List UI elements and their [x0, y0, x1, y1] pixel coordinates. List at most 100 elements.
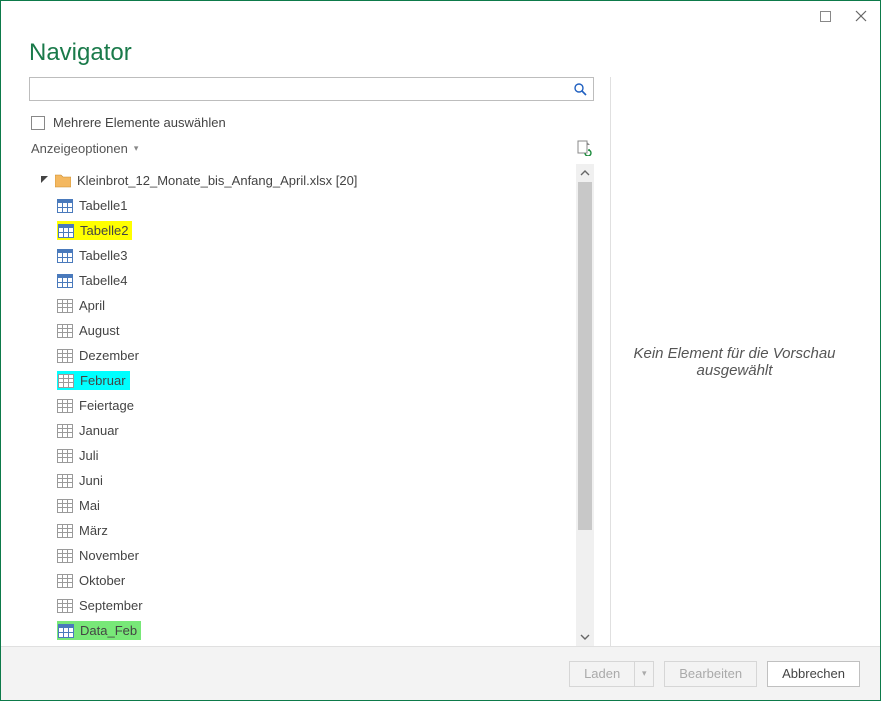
file-node[interactable]: Kleinbrot_12_Monate_bis_Anfang_April.xls…	[29, 168, 576, 193]
tree-item[interactable]: Data_Feb	[29, 618, 576, 643]
tree-item[interactable]: Tabelle1	[29, 193, 576, 218]
dialog-title: Navigator	[29, 39, 852, 67]
tree-item[interactable]: Oktober	[29, 568, 576, 593]
edit-button[interactable]: Bearbeiten	[664, 661, 757, 687]
tree-scrollbar[interactable]	[576, 164, 594, 646]
dialog-content: Mehrere Elemente auswählen Anzeigeoption…	[1, 77, 880, 646]
search-input[interactable]	[34, 81, 573, 98]
chevron-down-icon: ▾	[642, 668, 647, 679]
tree-item-label: Januar	[79, 423, 119, 438]
tree-item[interactable]: September	[29, 593, 576, 618]
cancel-button[interactable]: Abbrechen	[767, 661, 860, 687]
search-box[interactable]	[29, 77, 594, 101]
scroll-up-button[interactable]	[576, 164, 594, 182]
tree-item-label: Juni	[79, 473, 103, 488]
navigator-pane: Mehrere Elemente auswählen Anzeigeoption…	[29, 77, 594, 646]
tree-item[interactable]: Tabelle4	[29, 268, 576, 293]
highlight-marker: Data_Feb	[57, 621, 141, 640]
search-icon	[573, 82, 587, 96]
table-icon	[57, 199, 73, 213]
tree-item[interactable]: Februar	[29, 368, 576, 393]
load-button[interactable]: Laden	[569, 661, 634, 687]
display-options-button[interactable]: Anzeigeoptionen ▾	[31, 141, 138, 156]
table-icon	[57, 274, 73, 288]
navigator-dialog: Navigator Mehrere Elemente auswählen A	[0, 0, 881, 701]
tree-item[interactable]: Juli	[29, 443, 576, 468]
tree-item-label: Oktober	[79, 573, 125, 588]
worksheet-icon	[57, 299, 73, 313]
tree-item[interactable]: Januar	[29, 418, 576, 443]
close-button[interactable]	[850, 5, 872, 27]
worksheet-icon	[57, 524, 73, 538]
scroll-down-button[interactable]	[576, 628, 594, 646]
tree-item[interactable]: April	[29, 293, 576, 318]
tree-item-label: Tabelle1	[79, 198, 127, 213]
tree-item-label: Data_Feb	[80, 623, 137, 638]
dialog-footer: Laden ▾ Bearbeiten Abbrechen	[1, 646, 880, 700]
worksheet-icon	[57, 399, 73, 413]
tree-item-label: November	[79, 548, 139, 563]
tree-root: Kleinbrot_12_Monate_bis_Anfang_April.xls…	[29, 168, 576, 643]
tree-item-label: Dezember	[79, 348, 139, 363]
table-icon	[57, 249, 73, 263]
highlight-marker: Februar	[57, 371, 130, 390]
tree-item-label: September	[79, 598, 143, 613]
worksheet-icon	[58, 374, 74, 388]
load-split-button: Laden ▾	[569, 661, 654, 687]
table-icon	[58, 224, 74, 238]
refresh-button[interactable]	[576, 140, 592, 156]
file-name: Kleinbrot_12_Monate_bis_Anfang_April.xls…	[77, 173, 357, 188]
worksheet-icon	[57, 599, 73, 613]
scroll-track[interactable]	[576, 182, 594, 628]
multi-select-checkbox[interactable]	[31, 116, 45, 130]
workbook-icon	[55, 174, 71, 188]
tree-item[interactable]: November	[29, 543, 576, 568]
tree-item[interactable]: Juni	[29, 468, 576, 493]
tree-item-label: März	[79, 523, 108, 538]
tree-container: Kleinbrot_12_Monate_bis_Anfang_April.xls…	[29, 164, 594, 646]
worksheet-icon	[57, 474, 73, 488]
object-tree: Kleinbrot_12_Monate_bis_Anfang_April.xls…	[29, 164, 576, 646]
worksheet-icon	[57, 499, 73, 513]
worksheet-icon	[57, 324, 73, 338]
dialog-header: Navigator	[1, 31, 880, 77]
tree-item-label: April	[79, 298, 105, 313]
chevron-up-icon	[580, 168, 590, 178]
worksheet-icon	[57, 449, 73, 463]
tree-item-label: Mai	[79, 498, 100, 513]
scroll-thumb[interactable]	[578, 182, 592, 530]
tree-item[interactable]: Feiertage	[29, 393, 576, 418]
tree-item-label: Feiertage	[79, 398, 134, 413]
chevron-down-icon: ▾	[134, 143, 139, 154]
highlight-marker: Tabelle2	[57, 221, 132, 240]
maximize-button[interactable]	[814, 5, 836, 27]
tree-item[interactable]: Mai	[29, 493, 576, 518]
tree-item-label: Februar	[80, 373, 126, 388]
chevron-down-icon	[580, 632, 590, 642]
preview-empty-text: Kein Element für die Vorschau ausgewählt	[631, 345, 838, 379]
tree-item[interactable]: Tabelle3	[29, 243, 576, 268]
maximize-icon	[820, 11, 831, 22]
tree-item-label: Tabelle2	[80, 223, 128, 238]
worksheet-icon	[57, 549, 73, 563]
multi-select-row[interactable]: Mehrere Elemente auswählen	[29, 115, 594, 130]
collapse-icon[interactable]	[39, 175, 49, 187]
multi-select-label: Mehrere Elemente auswählen	[53, 115, 226, 130]
worksheet-icon	[57, 424, 73, 438]
worksheet-icon	[57, 574, 73, 588]
tree-item-label: Tabelle3	[79, 248, 127, 263]
tree-item[interactable]: März	[29, 518, 576, 543]
preview-pane: Kein Element für die Vorschau ausgewählt	[610, 77, 858, 646]
worksheet-icon	[57, 349, 73, 363]
table-icon	[58, 624, 74, 638]
load-dropdown-button[interactable]: ▾	[634, 661, 654, 687]
display-options-row: Anzeigeoptionen ▾	[29, 140, 594, 156]
refresh-icon	[576, 140, 592, 156]
titlebar	[1, 1, 880, 31]
tree-item-label: Juli	[79, 448, 99, 463]
tree-item[interactable]: August	[29, 318, 576, 343]
tree-item-label: Tabelle4	[79, 273, 127, 288]
tree-item[interactable]: Dezember	[29, 343, 576, 368]
tree-item[interactable]: Tabelle2	[29, 218, 576, 243]
close-icon	[855, 10, 867, 22]
